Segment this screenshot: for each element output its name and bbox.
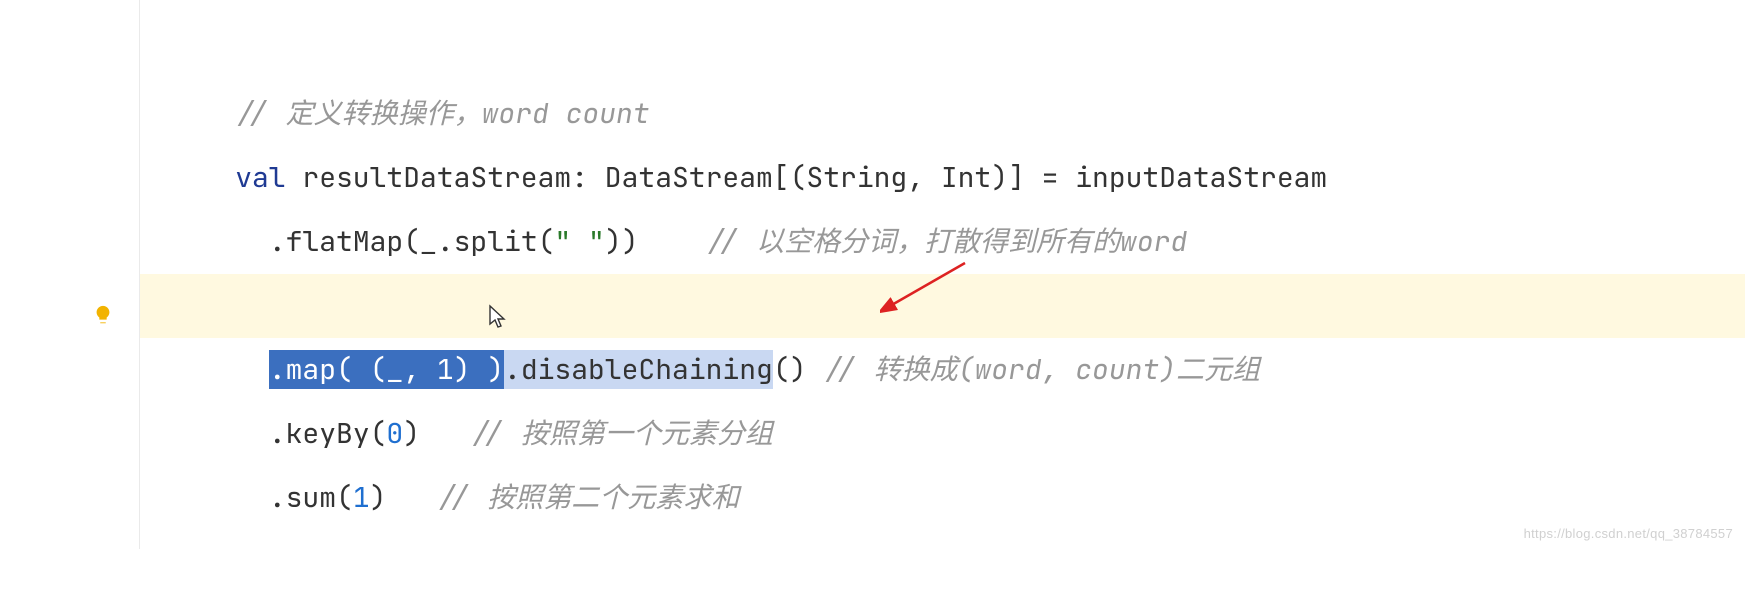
watermark-text: https://blog.csdn.net/qq_38784557 [1524,526,1733,541]
lightbulb-icon[interactable] [92,298,114,320]
code-line[interactable]: // 定义转换操作，word count [140,18,1745,82]
code-line[interactable]: .sum(1) // 按照第二个元素求和 [140,402,1745,466]
number-literal: 1 [353,479,370,516]
code-text: ) [370,479,437,516]
code-line[interactable]: .keyBy(0) // 按照第一个元素分组 [140,338,1745,402]
annotation-arrow-icon [880,258,970,318]
editor-gutter [0,0,140,549]
mouse-cursor-icon [488,302,508,328]
code-text: .sum( [269,479,353,516]
comment: // 按照第二个元素求和 [437,479,739,516]
code-line[interactable]: .flatMap(_.split(" ")) // 以空格分词，打散得到所有的w… [140,146,1745,210]
code-line[interactable]: val resultDataStream: DataStream[(String… [140,82,1745,146]
